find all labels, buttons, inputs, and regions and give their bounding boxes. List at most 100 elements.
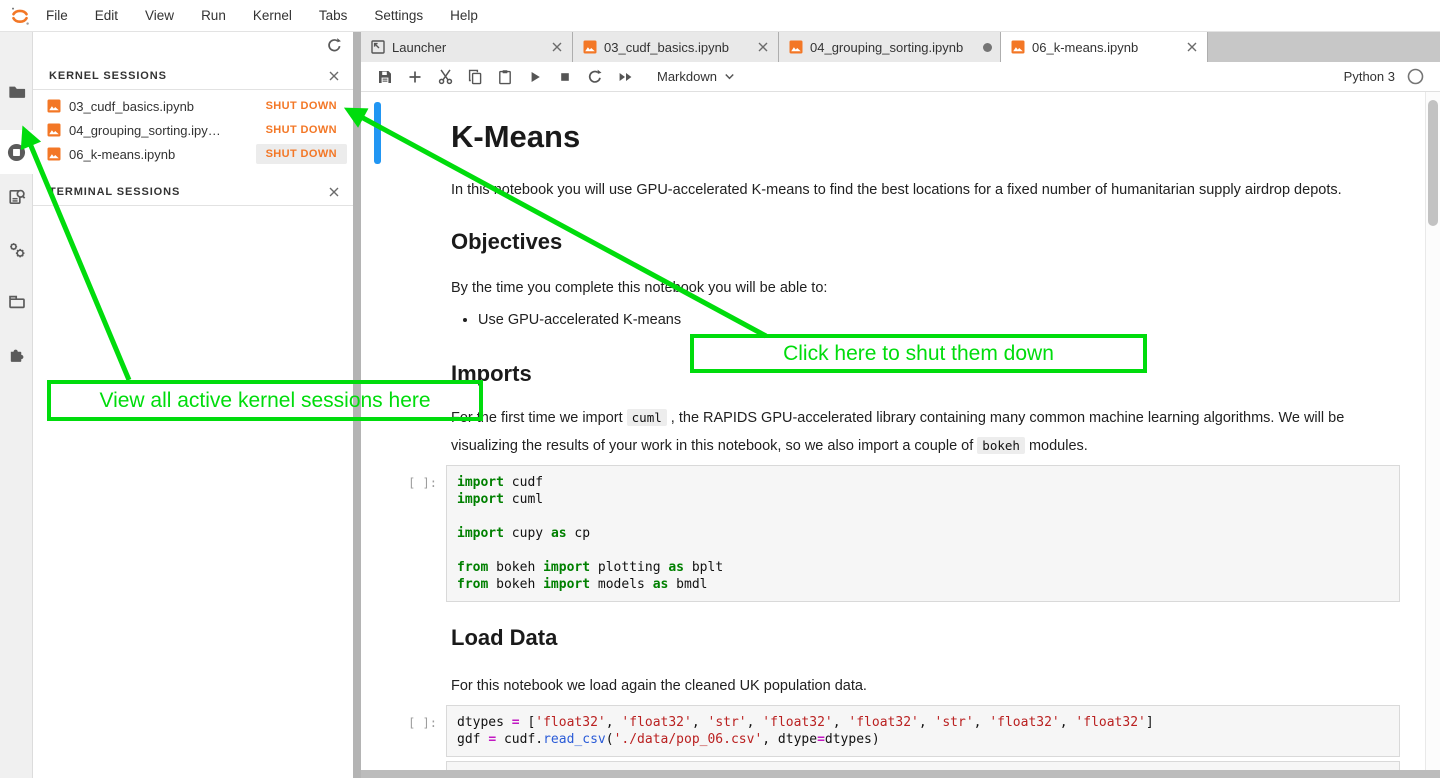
tab-03-cudf-basics-ipynb[interactable]: 03_cudf_basics.ipynb (573, 32, 779, 62)
sidebar-tab-running-sessions[interactable] (0, 130, 33, 174)
menu-item-kernel[interactable]: Kernel (253, 8, 292, 23)
code-line (457, 508, 1389, 525)
code-token: dtypes (457, 715, 512, 730)
tab-04-grouping-sorting-ipynb[interactable]: 04_grouping_sorting.ipynb (779, 32, 1001, 62)
notebook-icon (789, 40, 803, 54)
close-icon[interactable] (1185, 40, 1199, 54)
text-run: In this notebook you will use GPU-accele… (451, 182, 1342, 198)
code-token: [ (520, 715, 536, 730)
notebook-content[interactable]: K-MeansIn this notebook you will use GPU… (361, 92, 1440, 770)
notebook-icon (1011, 40, 1025, 54)
markdown-paragraph: For the first time we import cuml , the … (451, 404, 1400, 460)
add-cell-button[interactable] (407, 69, 423, 85)
code-token: 'str' (708, 715, 747, 730)
text-run: By the time you complete this notebook y… (451, 280, 827, 296)
sidebar-tab-open-tabs[interactable] (0, 280, 33, 324)
code-token: import (457, 526, 504, 541)
code-token: bmdl (668, 577, 707, 592)
tabs-icon (8, 293, 26, 311)
unsaved-changes-dot[interactable] (983, 43, 992, 52)
gears-icon (8, 241, 26, 259)
code-token: import (543, 560, 590, 575)
run-button[interactable] (527, 69, 543, 85)
sidebar-tab-file-browser[interactable] (0, 70, 33, 114)
copy-button[interactable] (467, 69, 483, 85)
code-token: import (457, 492, 504, 507)
tab-launcher[interactable]: Launcher (361, 32, 573, 62)
code-line: import cudf (457, 474, 1389, 491)
document-tab-bar: Launcher03_cudf_basics.ipynb04_grouping_… (361, 32, 1440, 62)
shut-down-button[interactable]: SHUT DOWN (256, 120, 347, 140)
sidebar-tab-extension-manager[interactable] (0, 332, 33, 376)
code-token: ] (1146, 715, 1154, 730)
session-name[interactable]: 03_cudf_basics.ipynb (69, 99, 256, 114)
vertical-scrollbar[interactable] (1425, 92, 1440, 770)
selected-cell-collapser[interactable] (374, 102, 381, 164)
menu-item-edit[interactable]: Edit (95, 8, 118, 23)
save-icon (377, 69, 393, 85)
restart-button[interactable] (587, 69, 603, 85)
close-icon[interactable] (327, 69, 341, 83)
copy-icon (467, 69, 483, 85)
code-cell[interactable]: [ ]:dtypes = ['float32', 'float32', 'str… (446, 705, 1400, 757)
session-row: 03_cudf_basics.ipynbSHUT DOWN (33, 94, 353, 118)
session-row: 06_k-means.ipynbSHUT DOWN (33, 142, 353, 166)
session-name[interactable]: 06_k-means.ipynb (69, 147, 256, 162)
menu-item-help[interactable]: Help (450, 8, 478, 23)
markdown-heading: Imports (451, 360, 1400, 388)
tab-06-k-means-ipynb[interactable]: 06_k-means.ipynb (1001, 32, 1208, 62)
code-token: ( (606, 732, 614, 747)
run-all-button[interactable] (617, 69, 633, 85)
code-line: from bokeh import plotting as bplt (457, 559, 1389, 576)
section-title: TERMINAL SESSIONS (49, 186, 327, 198)
session-row: 04_grouping_sorting.ipy…SHUT DOWN (33, 118, 353, 142)
code-token: as (653, 577, 669, 592)
markdown-list: Use GPU-accelerated K-means (451, 306, 1400, 334)
code-cell[interactable]: [ ]:import cudfimport cuml import cupy a… (446, 465, 1400, 602)
paste-button[interactable] (497, 69, 513, 85)
close-icon[interactable] (550, 40, 564, 54)
code-token: as (551, 526, 567, 541)
chevron-down-icon (723, 70, 736, 83)
refresh-icon[interactable] (326, 37, 343, 54)
running-icon (7, 143, 26, 162)
session-name[interactable]: 04_grouping_sorting.ipy… (69, 123, 256, 138)
code-token: from (457, 577, 488, 592)
menu-item-tabs[interactable]: Tabs (319, 8, 348, 23)
scrollbar-thumb[interactable] (1428, 100, 1438, 226)
kernel-status-idle-icon (1407, 68, 1424, 85)
stop-button[interactable] (557, 69, 573, 85)
menu-items: File Edit View Run Kernel Tabs Settings Help (46, 8, 478, 23)
code-line (457, 542, 1389, 559)
cut-button[interactable] (437, 69, 453, 85)
activity-bar (0, 32, 33, 778)
text-run: For the first time we import (451, 410, 627, 426)
save-button[interactable] (377, 69, 393, 85)
code-token: , (692, 715, 708, 730)
shut-down-button[interactable]: SHUT DOWN (256, 96, 347, 116)
text-run: modules. (1025, 438, 1088, 454)
session-list: 03_cudf_basics.ipynbSHUT DOWN04_grouping… (33, 90, 353, 170)
panel-divider[interactable] (353, 32, 361, 778)
code-token: import (543, 577, 590, 592)
code-token: , (974, 715, 990, 730)
code-token: 'float32' (989, 715, 1059, 730)
menu-item-run[interactable]: Run (201, 8, 226, 23)
menu-item-view[interactable]: View (145, 8, 174, 23)
section-title: KERNEL SESSIONS (49, 70, 327, 82)
shut-down-button[interactable]: SHUT DOWN (256, 144, 347, 164)
sidebar-tab-property-inspector[interactable] (0, 175, 33, 219)
menu-item-settings[interactable]: Settings (374, 8, 423, 23)
close-icon[interactable] (756, 40, 770, 54)
code-token: 'str' (935, 715, 974, 730)
code-cell[interactable]: gdf.head() (446, 761, 1400, 770)
sidebar-tab-settings-gears[interactable] (0, 228, 33, 272)
kernel-name[interactable]: Python 3 (1344, 69, 1395, 84)
code-token: = (817, 732, 825, 747)
code-token: , (606, 715, 622, 730)
menu-item-file[interactable]: File (46, 8, 68, 23)
close-icon[interactable] (327, 185, 341, 199)
cell-type-value: Markdown (657, 69, 717, 84)
horizontal-scrollbar-track[interactable] (361, 770, 1440, 778)
cell-type-dropdown[interactable]: Markdown (657, 69, 736, 84)
